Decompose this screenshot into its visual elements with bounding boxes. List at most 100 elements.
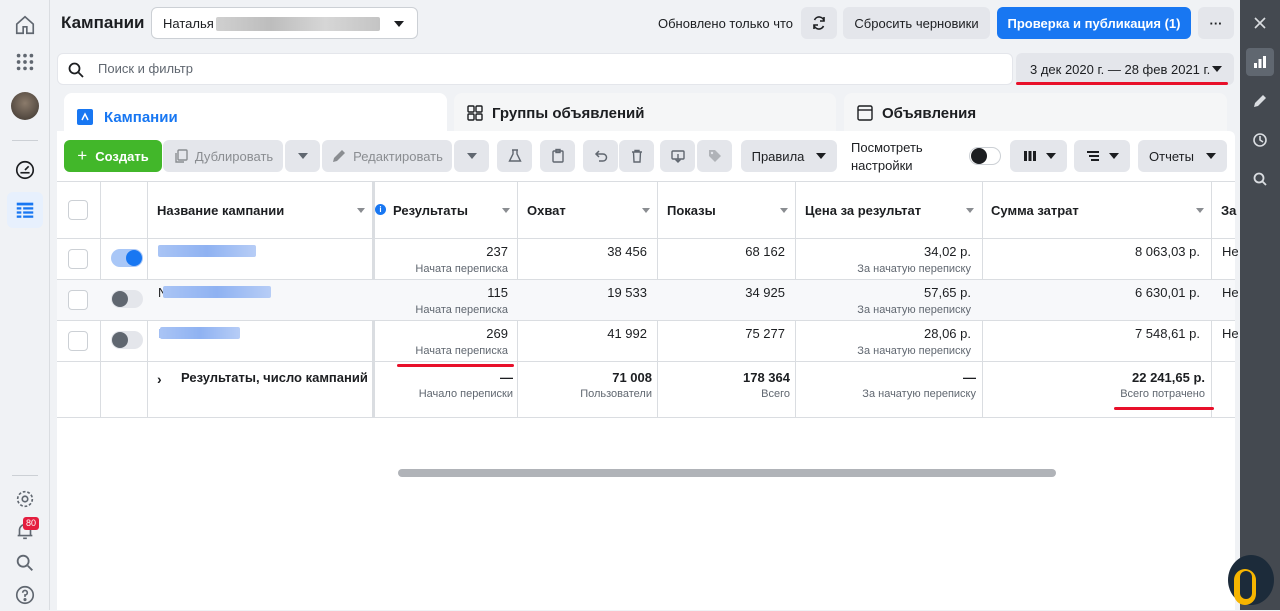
table-border — [57, 181, 1235, 182]
rules-button[interactable]: Правила — [741, 140, 837, 172]
col-header-amount-spent[interactable]: Сумма затрат — [991, 203, 1079, 218]
tab-label: Кампании — [104, 108, 178, 126]
edit-dropdown[interactable] — [454, 140, 489, 172]
col-header-results[interactable]: Результаты — [393, 203, 468, 218]
chevron-right-icon[interactable]: › — [157, 371, 162, 387]
campaign-status-toggle[interactable] — [111, 331, 143, 349]
reports-label: Отчеты — [1149, 148, 1194, 164]
cost-type: За начатую переписку — [857, 304, 971, 316]
col-header-reach[interactable]: Охват — [527, 203, 566, 218]
col-header-extra[interactable]: За — [1221, 203, 1236, 218]
chevron-down-icon — [394, 21, 404, 27]
tag-button[interactable] — [697, 140, 732, 172]
rules-label: Правила — [751, 148, 805, 164]
tab-label: Объявления — [882, 104, 977, 122]
col-header-campaign-name[interactable]: Название кампании — [157, 203, 284, 218]
duplicate-icon — [175, 149, 188, 163]
campaign-status-toggle[interactable] — [111, 290, 143, 308]
tab-label: Группы объявлений — [492, 104, 645, 122]
row-checkbox[interactable] — [68, 290, 88, 310]
campaign-name-redacted[interactable] — [160, 327, 240, 339]
date-range-picker[interactable]: 3 дек 2020 г. — 28 фев 2021 г. — [1016, 53, 1234, 85]
reports-button[interactable]: Отчеты — [1138, 140, 1227, 172]
chart-icon[interactable] — [1246, 48, 1274, 76]
ab-test-button[interactable] — [497, 140, 532, 172]
campaign-status-toggle[interactable] — [111, 249, 143, 267]
create-button[interactable]: + Создать — [64, 140, 162, 172]
apps-grid-icon[interactable] — [9, 46, 41, 78]
horizontal-scrollbar[interactable] — [398, 469, 1056, 477]
export-icon — [670, 150, 685, 163]
history-clock-icon[interactable] — [1246, 126, 1274, 154]
chevron-down-icon — [1212, 66, 1222, 72]
chevron-down-icon — [297, 153, 308, 159]
search-icon[interactable] — [9, 547, 41, 579]
refresh-button[interactable] — [801, 7, 837, 39]
breakdown-icon — [1087, 151, 1099, 161]
view-settings-toggle[interactable] — [969, 147, 1001, 165]
campaign-name-redacted[interactable] — [158, 245, 256, 257]
columns-icon — [1023, 151, 1036, 161]
sort-caret-icon[interactable] — [1196, 208, 1204, 213]
clipboard-button[interactable] — [540, 140, 575, 172]
home-icon[interactable] — [9, 9, 41, 41]
breakdown-button[interactable] — [1074, 140, 1130, 172]
row-divider — [57, 238, 1235, 239]
highlight-underline — [397, 364, 514, 367]
duplicate-dropdown[interactable] — [285, 140, 320, 172]
export-button[interactable] — [660, 140, 695, 172]
help-icon[interactable] — [9, 579, 41, 611]
delete-button[interactable] — [619, 140, 654, 172]
select-all-checkbox[interactable] — [68, 200, 88, 220]
summary-label: Результаты, число кампаний: 3 — [181, 370, 369, 385]
tab-ad-sets[interactable]: Группы объявлений — [454, 93, 836, 133]
row-checkbox[interactable] — [68, 249, 88, 269]
results-type: Начата переписка — [415, 263, 508, 275]
sort-caret-icon[interactable] — [502, 208, 510, 213]
sort-caret-icon[interactable] — [780, 208, 788, 213]
col-header-cost-per-result[interactable]: Цена за результат — [805, 203, 921, 218]
close-icon[interactable] — [1246, 9, 1274, 37]
dashboard-gauge-icon[interactable] — [9, 154, 41, 186]
sort-caret-icon[interactable] — [966, 208, 974, 213]
view-settings-line-2: настройки — [851, 158, 913, 173]
chevron-down-icon — [1109, 153, 1119, 159]
sort-caret-icon[interactable] — [642, 208, 650, 213]
row-divider — [57, 361, 1235, 362]
spent-value: 8 063,03 р. — [1134, 244, 1200, 259]
avatar[interactable] — [11, 92, 39, 120]
sort-caret-icon[interactable] — [357, 208, 365, 213]
results-type: Начата переписка — [415, 345, 508, 357]
reach-value: 19 533 — [607, 285, 647, 300]
settings-gear-icon[interactable] — [9, 483, 41, 515]
search-bar[interactable] — [57, 53, 1013, 85]
review-publish-button[interactable]: Проверка и публикация (1) — [997, 7, 1191, 39]
col-header-impressions[interactable]: Показы — [667, 203, 716, 218]
duplicate-button[interactable]: Дублировать — [163, 140, 283, 172]
inspect-search-icon[interactable] — [1246, 165, 1274, 193]
row-checkbox[interactable] — [68, 331, 88, 351]
columns-button[interactable] — [1010, 140, 1067, 172]
undo-button[interactable] — [583, 140, 618, 172]
tab-ads[interactable]: Объявления — [844, 93, 1227, 133]
edit-pencil-icon[interactable] — [1246, 87, 1274, 115]
discard-drafts-button[interactable]: Сбросить черновики — [843, 7, 990, 39]
cost-value: 57,65 р. — [924, 285, 971, 300]
account-selector[interactable]: Наталья — [151, 7, 418, 39]
date-range-label: 3 дек 2020 г. — 28 фев 2021 г. — [1030, 62, 1211, 77]
account-id-redacted — [216, 17, 380, 31]
campaign-flag-icon — [77, 109, 93, 125]
campaign-name-redacted[interactable] — [163, 286, 271, 298]
results-value: 237 — [486, 244, 508, 259]
right-side-panel-rail — [1240, 0, 1280, 610]
cost-type: За начатую переписку — [857, 345, 971, 357]
summary-results: — — [500, 370, 513, 385]
info-icon[interactable]: i — [375, 204, 386, 215]
edit-button[interactable]: Редактировать — [322, 140, 452, 172]
toggle-knob — [971, 148, 987, 164]
rail-divider — [12, 475, 38, 476]
more-options-button[interactable]: ··· — [1198, 7, 1234, 39]
refresh-icon — [813, 16, 825, 30]
search-input[interactable] — [98, 61, 978, 76]
ads-manager-table-icon[interactable] — [7, 192, 43, 228]
